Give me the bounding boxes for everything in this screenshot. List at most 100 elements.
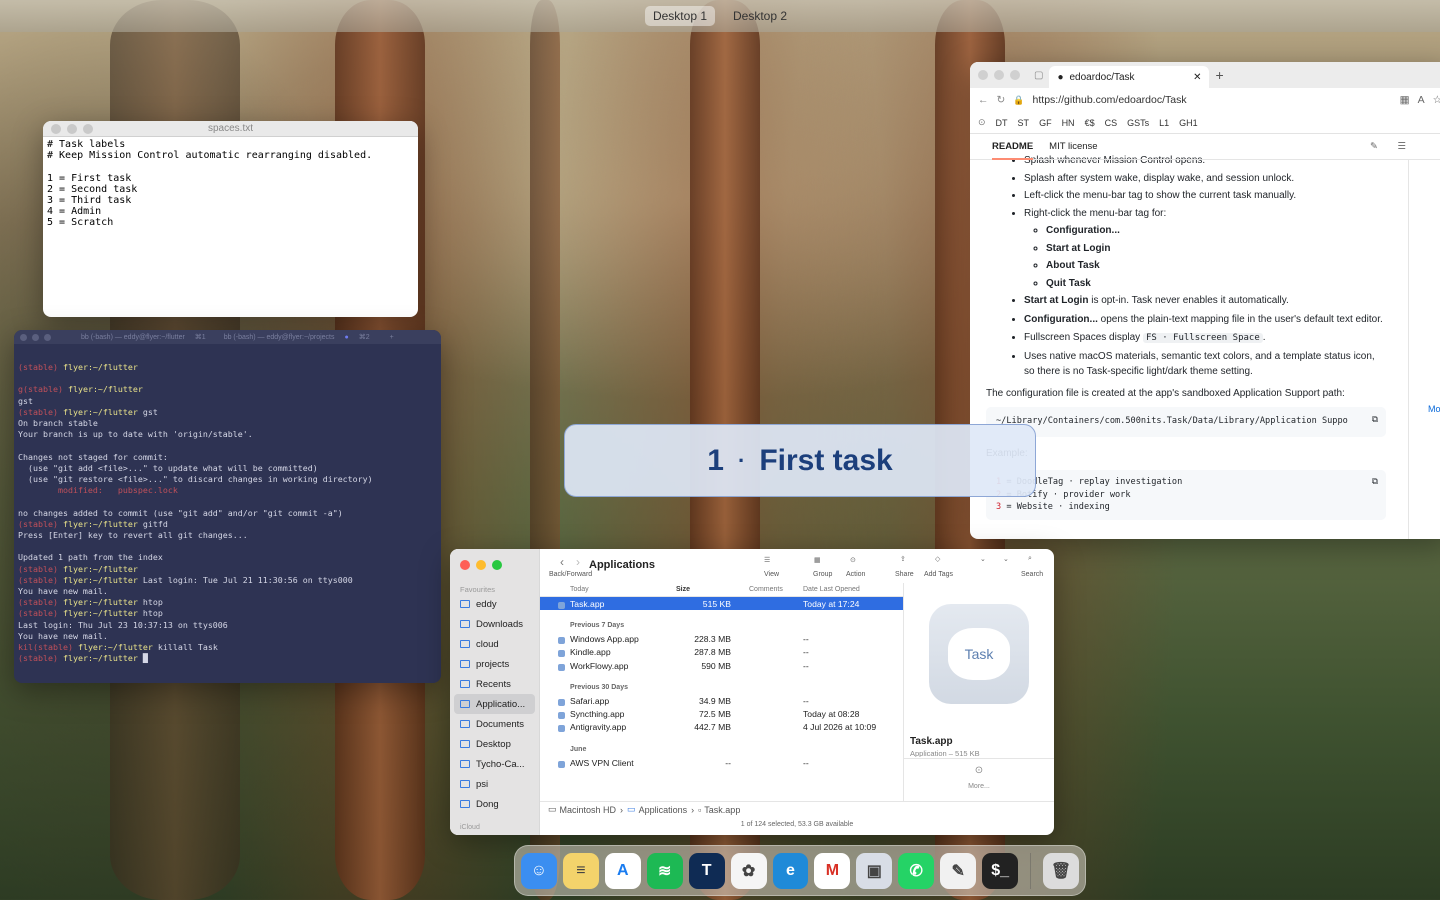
terminal-output[interactable]: (stable) flyer:~/flutter g(stable) flyer… <box>14 344 441 664</box>
copy-icon[interactable]: ⧉ <box>1371 413 1378 426</box>
bookmark-item[interactable]: GH1 <box>1179 118 1198 128</box>
edit-pencil-icon[interactable]: ✎ <box>1370 141 1378 152</box>
browser-window[interactable]: ▢ ● edoardoc/Task ✕ + ← ↻ 🔒 https://gith… <box>970 62 1440 539</box>
sidebar-item[interactable]: psi <box>454 774 535 794</box>
sidebar-item[interactable]: Applicatio... <box>454 694 535 714</box>
whatsapp-icon[interactable]: ✆ <box>898 852 935 889</box>
finder-icon[interactable]: ☺ <box>521 852 557 889</box>
sidebar-item[interactable]: Recents <box>454 674 535 694</box>
terminal-window[interactable]: bb (-bash) — eddy@flyer:~/flutter ⌘1 bb … <box>14 330 441 683</box>
tag-icon[interactable]: ◇ <box>935 555 940 563</box>
sidebar-item[interactable]: eddy <box>454 594 535 614</box>
spotify-icon[interactable]: ≋ <box>646 852 683 889</box>
new-tab-icon[interactable]: + <box>1215 67 1223 83</box>
zoom-icon[interactable] <box>44 333 51 341</box>
bookmark-item[interactable]: DT <box>996 118 1008 128</box>
sidebar-item[interactable]: cloud <box>454 634 535 654</box>
bookmark-folder-icon[interactable]: ⊙ <box>978 117 986 128</box>
close-icon[interactable] <box>20 333 27 341</box>
title-bar[interactable]: spaces.txt <box>43 121 418 137</box>
column-size[interactable]: Size <box>676 586 731 593</box>
finder-window[interactable]: Favourites eddy Downloads cloud projects Rec… <box>450 549 1054 835</box>
gmail-icon[interactable]: M <box>814 852 851 889</box>
file-row[interactable]: Windows App.app 228.3 MB -- <box>540 632 903 645</box>
text-editor-content[interactable]: # Task labels # Keep Mission Control aut… <box>43 137 418 231</box>
trash-icon[interactable]: 🗑 <box>1043 852 1079 889</box>
edge-icon[interactable]: e <box>772 852 809 889</box>
new-tab-icon[interactable]: + <box>390 334 394 341</box>
more-label[interactable]: More... <box>904 783 1054 790</box>
sidebar-item[interactable]: Desktop <box>454 734 535 754</box>
file-row[interactable]: Syncthing.app 72.5 MB Today at 08:28 <box>540 707 903 720</box>
sidebar-item[interactable]: Documents <box>454 714 535 734</box>
share-icon[interactable]: ⇪ <box>900 555 906 563</box>
minimize-icon[interactable] <box>32 333 39 341</box>
path-item[interactable]: Task.app <box>704 805 740 815</box>
url-field[interactable]: https://github.com/edoardoc/Task <box>1033 94 1187 106</box>
back-icon[interactable]: ‹ <box>560 555 564 569</box>
outline-list-icon[interactable]: ☰ <box>1397 141 1406 152</box>
zoom-icon[interactable] <box>1010 70 1020 80</box>
sidebar-item[interactable]: Tycho-Ca... <box>454 754 535 774</box>
terminal-tab-1[interactable]: bb (-bash) — eddy@flyer:~/flutter <box>81 334 185 341</box>
terminal-tab-2[interactable]: bb (-bash) — eddy@flyer:~/projects <box>224 334 335 341</box>
bookmark-item[interactable]: €$ <box>1085 118 1095 128</box>
view-icon[interactable]: ☰ <box>764 556 770 564</box>
bookmark-item[interactable]: ST <box>1018 118 1030 128</box>
copy-icon[interactable]: ⧉ <box>1372 476 1378 489</box>
browser-tab[interactable]: ● edoardoc/Task ✕ <box>1049 66 1210 88</box>
action-icon[interactable]: ⊙ <box>850 556 856 564</box>
sidebar-item[interactable]: Dong <box>454 794 535 814</box>
file-row[interactable]: Task.app 515 KB Today at 17:24 <box>540 597 903 611</box>
minimize-icon[interactable] <box>994 70 1004 80</box>
tab-mit-license[interactable]: MIT license <box>1049 141 1097 152</box>
back-icon[interactable]: ← <box>978 94 989 106</box>
close-icon[interactable] <box>978 70 988 80</box>
bookmark-item[interactable]: HN <box>1062 118 1075 128</box>
favorite-star-icon[interactable]: ☆ <box>1433 94 1440 106</box>
textedit-icon[interactable]: ✎ <box>940 852 977 889</box>
close-tab-icon[interactable]: ✕ <box>1193 72 1201 83</box>
search-icon[interactable]: ⌕ <box>1028 555 1032 563</box>
tab-groups-icon[interactable]: ▢ <box>1034 70 1043 81</box>
sidebar-item[interactable]: projects <box>454 654 535 674</box>
file-row[interactable]: Antigravity.app 442.7 MB 4 Jul 2026 at 10:… <box>540 721 903 734</box>
reload-icon[interactable]: ↻ <box>997 94 1006 106</box>
notes-icon[interactable]: ≡ <box>562 852 599 889</box>
file-row[interactable]: AWS VPN Client -- -- <box>540 756 903 769</box>
app-store-icon[interactable]: A <box>604 852 641 889</box>
minimize-icon[interactable] <box>476 560 486 570</box>
text-editor-window[interactable]: spaces.txt # Task labels # Keep Mission … <box>43 121 418 317</box>
desktop-2-tab[interactable]: Desktop 2 <box>725 6 795 26</box>
preview-icon[interactable]: ▣ <box>856 852 893 889</box>
column-name[interactable]: Today <box>540 586 676 593</box>
group-icon[interactable]: ▦ <box>814 556 821 564</box>
sidebar-item[interactable]: Downloads <box>454 614 535 634</box>
prompt-path: flyer:~/flutter <box>57 518 138 529</box>
path-item[interactable]: Applications <box>639 805 688 815</box>
more-icon[interactable]: ⊙ <box>904 765 1054 776</box>
path-item[interactable]: Macintosh HD <box>560 805 617 815</box>
side-more-link[interactable]: Mo <box>1428 404 1440 414</box>
file-row[interactable]: WorkFlowy.app 590 MB -- <box>540 659 903 672</box>
file-row[interactable]: Safari.app 34.9 MB -- <box>540 694 903 707</box>
column-comments[interactable]: Comments <box>731 586 803 593</box>
desktop-1-tab[interactable]: Desktop 1 <box>644 6 715 26</box>
tab-readme[interactable]: README <box>992 141 1034 160</box>
forward-icon[interactable]: › <box>576 555 580 569</box>
typora-icon[interactable]: T <box>688 852 725 889</box>
bookmark-item[interactable]: CS <box>1105 118 1118 128</box>
file-row[interactable]: Kindle.app 287.8 MB -- <box>540 646 903 659</box>
bookmark-item[interactable]: GSTs <box>1127 118 1149 128</box>
photos-icon[interactable]: ✿ <box>730 852 767 889</box>
chevron-down-icon[interactable]: ⌄ <box>1003 555 1009 563</box>
reader-icon[interactable]: ▦ <box>1400 94 1410 106</box>
read-aloud-icon[interactable]: A <box>1418 94 1425 106</box>
bookmark-item[interactable]: GF <box>1039 118 1052 128</box>
column-date[interactable]: Date Last Opened <box>803 586 903 593</box>
terminal-icon[interactable]: $_ <box>982 852 1019 889</box>
bookmark-item[interactable]: L1 <box>1159 118 1169 128</box>
close-icon[interactable] <box>460 560 470 570</box>
zoom-icon[interactable] <box>492 560 502 570</box>
chevron-down-icon[interactable]: ⌄ <box>980 555 986 563</box>
